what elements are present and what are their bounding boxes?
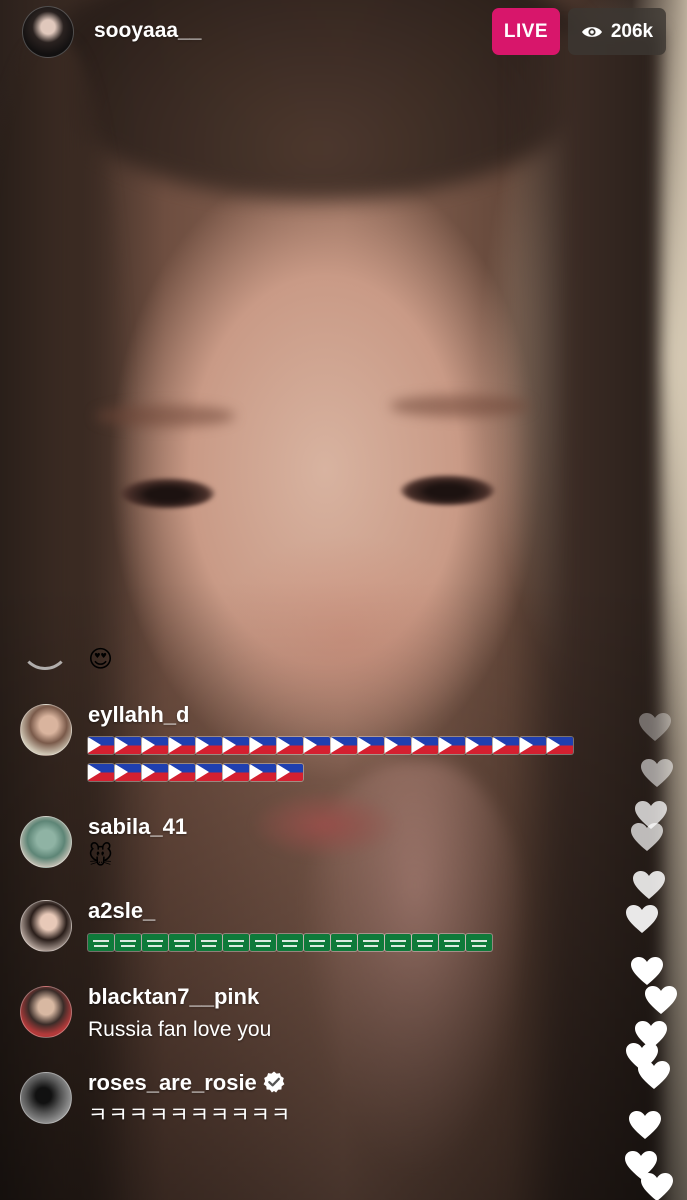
- comment-username[interactable]: eyllahh_d: [88, 702, 189, 728]
- saudi-flag-icon: [196, 934, 222, 951]
- commenter-avatar[interactable]: [20, 704, 72, 756]
- flag-emoji-row: [88, 764, 303, 781]
- saudi-flag-icon: [277, 934, 303, 951]
- live-badge: LIVE: [492, 8, 560, 55]
- philippines-flag-icon: [520, 737, 546, 754]
- philippines-flag-icon: [331, 737, 357, 754]
- saudi-flag-icon: [142, 934, 168, 951]
- philippines-flag-icon: [142, 737, 168, 754]
- eye-icon: [581, 26, 602, 37]
- flag-emoji-row: [88, 934, 492, 951]
- philippines-flag-icon: [304, 737, 330, 754]
- heart-icon: [641, 1173, 673, 1200]
- commenter-avatar[interactable]: [20, 986, 72, 1038]
- comment-username[interactable]: roses_are_rosie: [88, 1070, 257, 1096]
- saudi-flag-icon: [331, 934, 357, 951]
- saudi-flag-icon: [115, 934, 141, 951]
- philippines-flag-icon: [115, 737, 141, 754]
- viewer-count-badge[interactable]: 206k: [568, 8, 666, 55]
- philippines-flag-icon: [493, 737, 519, 754]
- host-avatar[interactable]: [22, 6, 74, 58]
- live-stream-screen: sooyaaa__ LIVE 206k 😍 eyllahh_d sabila_4…: [0, 0, 687, 1200]
- saudi-flag-icon: [439, 934, 465, 951]
- philippines-flag-icon: [358, 737, 384, 754]
- heart-icon: [645, 986, 677, 1014]
- saudi-flag-icon: [304, 934, 330, 951]
- comment-emoji: 😍: [88, 646, 114, 673]
- saudi-flag-icon: [385, 934, 411, 951]
- heart-icon: [639, 713, 671, 741]
- philippines-flag-icon: [250, 764, 276, 781]
- commenter-avatar[interactable]: [20, 1072, 72, 1124]
- video-background: [390, 395, 530, 417]
- viewer-count: 206k: [610, 20, 654, 42]
- philippines-flag-icon: [115, 764, 141, 781]
- commenter-avatar[interactable]: [20, 900, 72, 952]
- video-background: [95, 405, 235, 427]
- philippines-flag-icon: [88, 737, 114, 754]
- verified-badge-icon: [263, 1071, 285, 1093]
- heart-icon: [641, 759, 673, 787]
- heart-icon: [631, 823, 663, 851]
- philippines-flag-icon: [250, 737, 276, 754]
- philippines-flag-icon: [385, 737, 411, 754]
- philippines-flag-icon: [466, 737, 492, 754]
- heart-icon: [626, 905, 658, 933]
- philippines-flag-icon: [169, 764, 195, 781]
- video-background: [120, 478, 215, 508]
- philippines-flag-icon: [196, 737, 222, 754]
- philippines-flag-icon: [223, 737, 249, 754]
- philippines-flag-icon: [196, 764, 222, 781]
- philippines-flag-icon: [439, 737, 465, 754]
- saudi-flag-icon: [466, 934, 492, 951]
- video-background: [400, 475, 495, 505]
- philippines-flag-icon: [169, 737, 195, 754]
- host-username[interactable]: sooyaaa__: [94, 19, 201, 43]
- comment-username[interactable]: sabila_41: [88, 814, 187, 840]
- comment-message: ㅋㅋㅋㅋㅋㅋㅋㅋㅋㅋ: [88, 1104, 292, 1127]
- comment-username[interactable]: blacktan7__pink: [88, 984, 259, 1010]
- philippines-flag-icon: [412, 737, 438, 754]
- comment-message: Russia fan love you: [88, 1018, 272, 1041]
- fading-avatar: [20, 620, 70, 670]
- philippines-flag-icon: [142, 764, 168, 781]
- saudi-flag-icon: [169, 934, 195, 951]
- saudi-flag-icon: [88, 934, 114, 951]
- commenter-avatar[interactable]: [20, 816, 72, 868]
- philippines-flag-icon: [277, 764, 303, 781]
- philippines-flag-icon: [88, 764, 114, 781]
- saudi-flag-icon: [250, 934, 276, 951]
- philippines-flag-icon: [547, 737, 573, 754]
- heart-icon: [633, 871, 665, 899]
- saudi-flag-icon: [412, 934, 438, 951]
- saudi-flag-icon: [223, 934, 249, 951]
- comment-username[interactable]: a2sle_: [88, 898, 155, 924]
- heart-icon: [631, 957, 663, 985]
- philippines-flag-icon: [277, 737, 303, 754]
- heart-icon: [638, 1061, 670, 1089]
- heart-icon: [629, 1111, 661, 1139]
- stream-header: sooyaaa__ LIVE 206k: [0, 0, 687, 70]
- comment-message: 🐭: [88, 843, 114, 870]
- philippines-flag-icon: [223, 764, 249, 781]
- saudi-flag-icon: [358, 934, 384, 951]
- flag-emoji-row: [88, 737, 573, 754]
